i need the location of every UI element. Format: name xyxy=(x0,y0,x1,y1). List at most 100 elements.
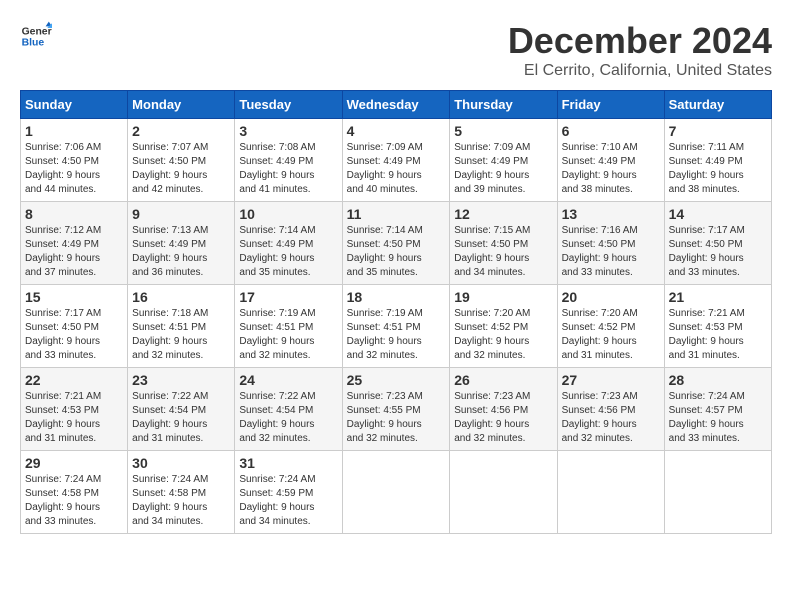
day-number: 7 xyxy=(669,123,767,139)
day-number: 28 xyxy=(669,372,767,388)
day-number: 8 xyxy=(25,206,123,222)
calendar-body: 1Sunrise: 7:06 AM Sunset: 4:50 PM Daylig… xyxy=(21,119,772,534)
day-info: Sunrise: 7:24 AM Sunset: 4:57 PM Dayligh… xyxy=(669,390,767,446)
day-cell xyxy=(342,451,450,534)
day-info: Sunrise: 7:24 AM Sunset: 4:58 PM Dayligh… xyxy=(132,473,230,529)
day-number: 31 xyxy=(239,455,337,471)
week-row: 22 Sunrise: 7:21 AM Sunset: 4:53 PM Dayli… xyxy=(21,368,772,451)
day-cell: 28 Sunrise: 7:24 AM Sunset: 4:57 PM Dayli… xyxy=(664,368,771,451)
title-section: December 2024 El Cerrito, California, Un… xyxy=(508,20,772,80)
day-cell: 4 Sunrise: 7:09 AM Sunset: 4:49 PM Daylig… xyxy=(342,119,450,202)
day-number: 26 xyxy=(454,372,552,388)
day-info: Sunrise: 7:09 AM Sunset: 4:49 PM Dayligh… xyxy=(454,141,552,197)
day-info: Sunrise: 7:15 AM Sunset: 4:50 PM Dayligh… xyxy=(454,224,552,280)
day-number: 2 xyxy=(132,123,230,139)
logo: General Blue xyxy=(20,20,52,52)
day-number: 4 xyxy=(347,123,446,139)
svg-text:General: General xyxy=(22,26,52,37)
day-cell xyxy=(557,451,664,534)
week-row: 8 Sunrise: 7:12 AM Sunset: 4:49 PM Daylig… xyxy=(21,202,772,285)
day-info: Sunrise: 7:24 AM Sunset: 4:59 PM Dayligh… xyxy=(239,473,337,529)
day-info: Sunrise: 7:16 AM Sunset: 4:50 PM Dayligh… xyxy=(562,224,660,280)
day-cell: 1Sunrise: 7:06 AM Sunset: 4:50 PM Daylig… xyxy=(21,119,128,202)
day-cell: 29 Sunrise: 7:24 AM Sunset: 4:58 PM Dayli… xyxy=(21,451,128,534)
day-cell: 22 Sunrise: 7:21 AM Sunset: 4:53 PM Dayli… xyxy=(21,368,128,451)
day-cell: 31 Sunrise: 7:24 AM Sunset: 4:59 PM Dayli… xyxy=(235,451,342,534)
logo-icon: General Blue xyxy=(20,20,52,52)
day-number: 13 xyxy=(562,206,660,222)
day-number: 12 xyxy=(454,206,552,222)
day-cell: 15 Sunrise: 7:17 AM Sunset: 4:50 PM Dayli… xyxy=(21,285,128,368)
day-cell: 18 Sunrise: 7:19 AM Sunset: 4:51 PM Dayli… xyxy=(342,285,450,368)
day-info: Sunrise: 7:21 AM Sunset: 4:53 PM Dayligh… xyxy=(25,390,123,446)
day-info: Sunrise: 7:14 AM Sunset: 4:49 PM Dayligh… xyxy=(239,224,337,280)
day-info: Sunrise: 7:17 AM Sunset: 4:50 PM Dayligh… xyxy=(669,224,767,280)
day-cell: 23 Sunrise: 7:22 AM Sunset: 4:54 PM Dayli… xyxy=(128,368,235,451)
day-info: Sunrise: 7:09 AM Sunset: 4:49 PM Dayligh… xyxy=(347,141,446,197)
calendar-subtitle: El Cerrito, California, United States xyxy=(508,62,772,80)
day-cell: 13 Sunrise: 7:16 AM Sunset: 4:50 PM Dayli… xyxy=(557,202,664,285)
header-cell: Thursday xyxy=(450,91,557,119)
day-cell: 16Sunrise: 7:18 AM Sunset: 4:51 PM Dayli… xyxy=(128,285,235,368)
day-cell: 10 Sunrise: 7:14 AM Sunset: 4:49 PM Dayli… xyxy=(235,202,342,285)
day-number: 14 xyxy=(669,206,767,222)
week-row: 1Sunrise: 7:06 AM Sunset: 4:50 PM Daylig… xyxy=(21,119,772,202)
day-number: 29 xyxy=(25,455,123,471)
day-info: Sunrise: 7:21 AM Sunset: 4:53 PM Dayligh… xyxy=(669,307,767,363)
day-number: 23 xyxy=(132,372,230,388)
day-number: 20 xyxy=(562,289,660,305)
week-row: 15 Sunrise: 7:17 AM Sunset: 4:50 PM Dayli… xyxy=(21,285,772,368)
day-info: Sunrise: 7:22 AM Sunset: 4:54 PM Dayligh… xyxy=(132,390,230,446)
day-cell: 7Sunrise: 7:11 AM Sunset: 4:49 PM Daylig… xyxy=(664,119,771,202)
day-info: Sunrise: 7:08 AM Sunset: 4:49 PM Dayligh… xyxy=(239,141,337,197)
day-number: 16 xyxy=(132,289,230,305)
day-info: Sunrise: 7:23 AM Sunset: 4:55 PM Dayligh… xyxy=(347,390,446,446)
day-number: 19 xyxy=(454,289,552,305)
day-info: Sunrise: 7:19 AM Sunset: 4:51 PM Dayligh… xyxy=(347,307,446,363)
day-cell: 24Sunrise: 7:22 AM Sunset: 4:54 PM Dayli… xyxy=(235,368,342,451)
day-number: 3 xyxy=(239,123,337,139)
day-number: 6 xyxy=(562,123,660,139)
day-info: Sunrise: 7:07 AM Sunset: 4:50 PM Dayligh… xyxy=(132,141,230,197)
day-number: 24 xyxy=(239,372,337,388)
day-cell xyxy=(450,451,557,534)
header-cell: Wednesday xyxy=(342,91,450,119)
day-cell: 21Sunrise: 7:21 AM Sunset: 4:53 PM Dayli… xyxy=(664,285,771,368)
week-row: 29 Sunrise: 7:24 AM Sunset: 4:58 PM Dayli… xyxy=(21,451,772,534)
day-info: Sunrise: 7:23 AM Sunset: 4:56 PM Dayligh… xyxy=(562,390,660,446)
day-cell: 19Sunrise: 7:20 AM Sunset: 4:52 PM Dayli… xyxy=(450,285,557,368)
day-number: 11 xyxy=(347,206,446,222)
day-cell: 5 Sunrise: 7:09 AM Sunset: 4:49 PM Daylig… xyxy=(450,119,557,202)
day-cell xyxy=(664,451,771,534)
day-info: Sunrise: 7:06 AM Sunset: 4:50 PM Dayligh… xyxy=(25,141,123,197)
day-info: Sunrise: 7:10 AM Sunset: 4:49 PM Dayligh… xyxy=(562,141,660,197)
page-header: General Blue December 2024 El Cerrito, C… xyxy=(20,20,772,80)
day-cell: 17 Sunrise: 7:19 AM Sunset: 4:51 PM Dayli… xyxy=(235,285,342,368)
day-info: Sunrise: 7:12 AM Sunset: 4:49 PM Dayligh… xyxy=(25,224,123,280)
day-cell: 9 Sunrise: 7:13 AM Sunset: 4:49 PM Daylig… xyxy=(128,202,235,285)
day-number: 17 xyxy=(239,289,337,305)
calendar-header: SundayMondayTuesdayWednesdayThursdayFrid… xyxy=(21,91,772,119)
day-cell: 27Sunrise: 7:23 AM Sunset: 4:56 PM Dayli… xyxy=(557,368,664,451)
day-info: Sunrise: 7:19 AM Sunset: 4:51 PM Dayligh… xyxy=(239,307,337,363)
day-number: 22 xyxy=(25,372,123,388)
day-info: Sunrise: 7:17 AM Sunset: 4:50 PM Dayligh… xyxy=(25,307,123,363)
day-number: 15 xyxy=(25,289,123,305)
header-cell: Monday xyxy=(128,91,235,119)
header-cell: Sunday xyxy=(21,91,128,119)
day-info: Sunrise: 7:13 AM Sunset: 4:49 PM Dayligh… xyxy=(132,224,230,280)
header-cell: Tuesday xyxy=(235,91,342,119)
svg-text:Blue: Blue xyxy=(22,38,45,49)
header-cell: Friday xyxy=(557,91,664,119)
day-cell: 14 Sunrise: 7:17 AM Sunset: 4:50 PM Dayli… xyxy=(664,202,771,285)
day-number: 10 xyxy=(239,206,337,222)
header-row: SundayMondayTuesdayWednesdayThursdayFrid… xyxy=(21,91,772,119)
day-cell: 11Sunrise: 7:14 AM Sunset: 4:50 PM Dayli… xyxy=(342,202,450,285)
day-cell: 25Sunrise: 7:23 AM Sunset: 4:55 PM Dayli… xyxy=(342,368,450,451)
day-info: Sunrise: 7:23 AM Sunset: 4:56 PM Dayligh… xyxy=(454,390,552,446)
day-number: 9 xyxy=(132,206,230,222)
day-info: Sunrise: 7:24 AM Sunset: 4:58 PM Dayligh… xyxy=(25,473,123,529)
day-number: 5 xyxy=(454,123,552,139)
day-number: 18 xyxy=(347,289,446,305)
day-cell: 12 Sunrise: 7:15 AM Sunset: 4:50 PM Dayli… xyxy=(450,202,557,285)
